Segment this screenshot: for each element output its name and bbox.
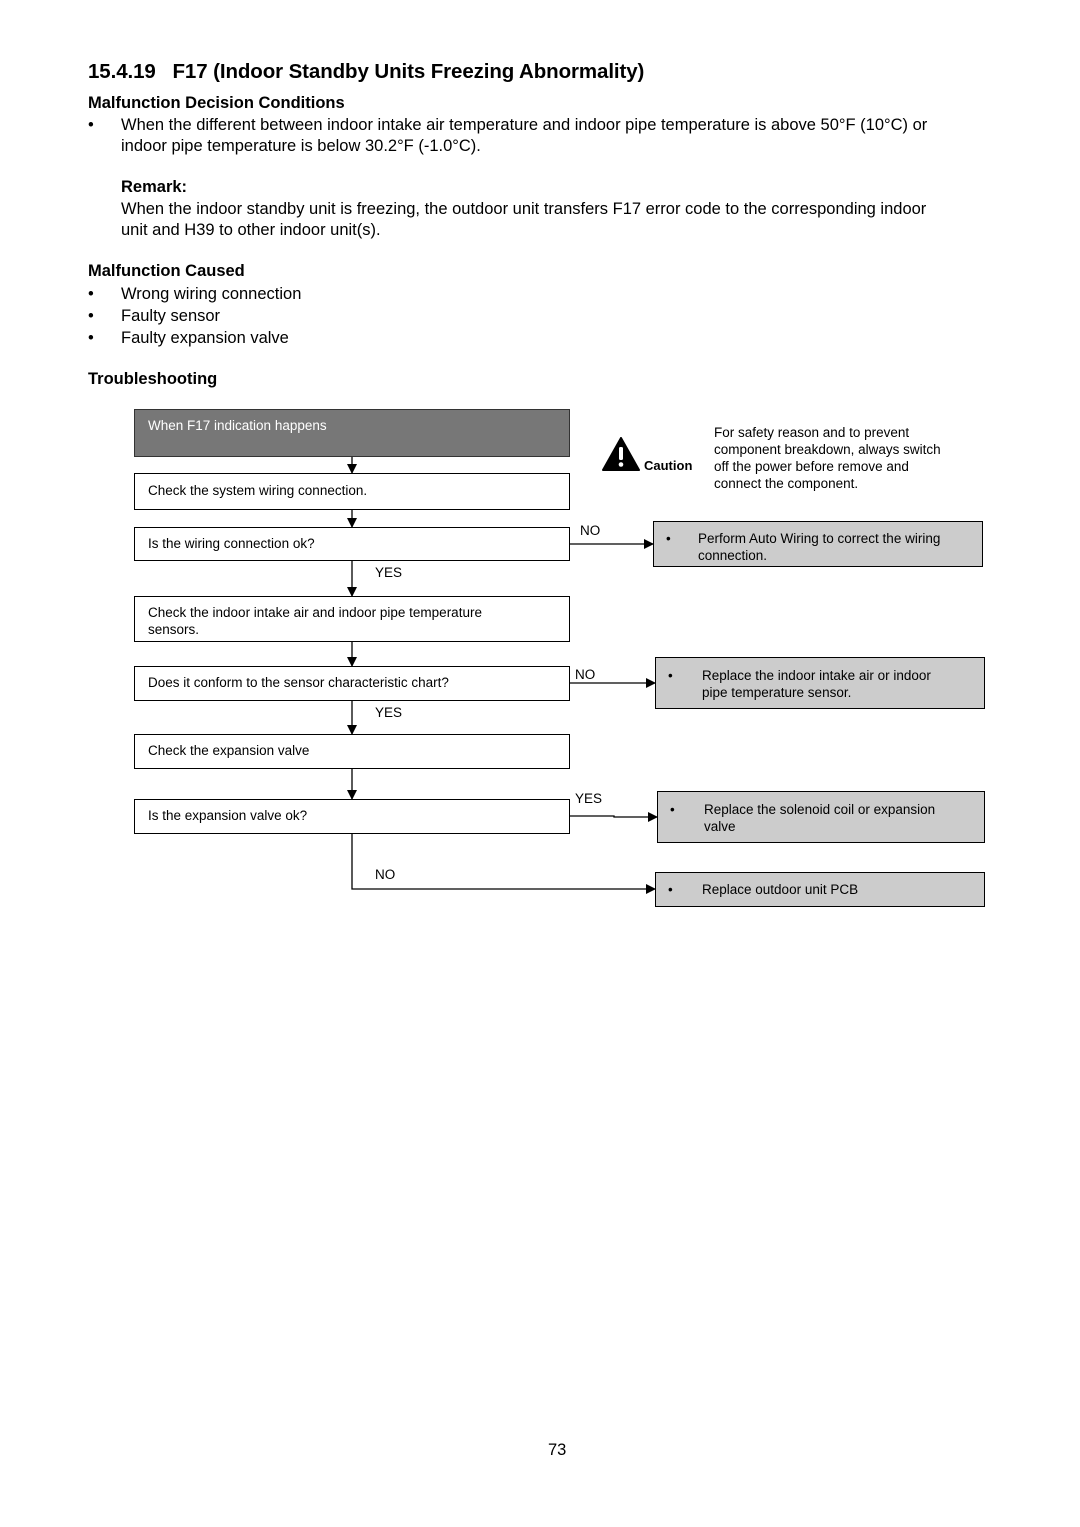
flow-result-auto-wiring: • Perform Auto Wiring to correct the wir… [653, 521, 983, 567]
flow-result-replace-sensor: • Replace the indoor intake air or indoo… [655, 657, 985, 709]
page-number: 73 [548, 1441, 567, 1459]
label-yes: YES [375, 565, 403, 580]
flow-result-replace-pcb: • Replace outdoor unit PCB [655, 872, 985, 907]
flow-decision-sensor-chart: Does it conform to the sensor characteri… [134, 666, 570, 701]
caution-text: For safety reason and to prevent compone… [714, 425, 941, 491]
flow-decision-wiring-ok: Is the wiring connection ok? [134, 527, 570, 561]
flow-start-box: When F17 indication happens [134, 409, 570, 457]
label-no: NO [580, 523, 601, 538]
flow-result-replace-valve: • Replace the solenoid coil or expansion… [657, 791, 985, 843]
warning-triangle-icon [602, 437, 640, 471]
arrow-yes-3 [570, 812, 658, 822]
caution-label: Caution [644, 458, 693, 473]
flow-step-check-valve: Check the expansion valve [134, 734, 570, 769]
label-no: NO [575, 667, 596, 682]
arrow-no-3 [351, 833, 656, 894]
flow-decision-valve-ok: Is the expansion valve ok? [134, 799, 570, 834]
flow-step-check-sensors: Check the indoor intake air and indoor p… [134, 596, 570, 642]
label-yes: YES [375, 705, 403, 720]
flow-step-check-wiring: Check the system wiring connection. [134, 473, 570, 510]
label-yes: YES [575, 791, 603, 806]
label-no: NO [375, 867, 396, 882]
